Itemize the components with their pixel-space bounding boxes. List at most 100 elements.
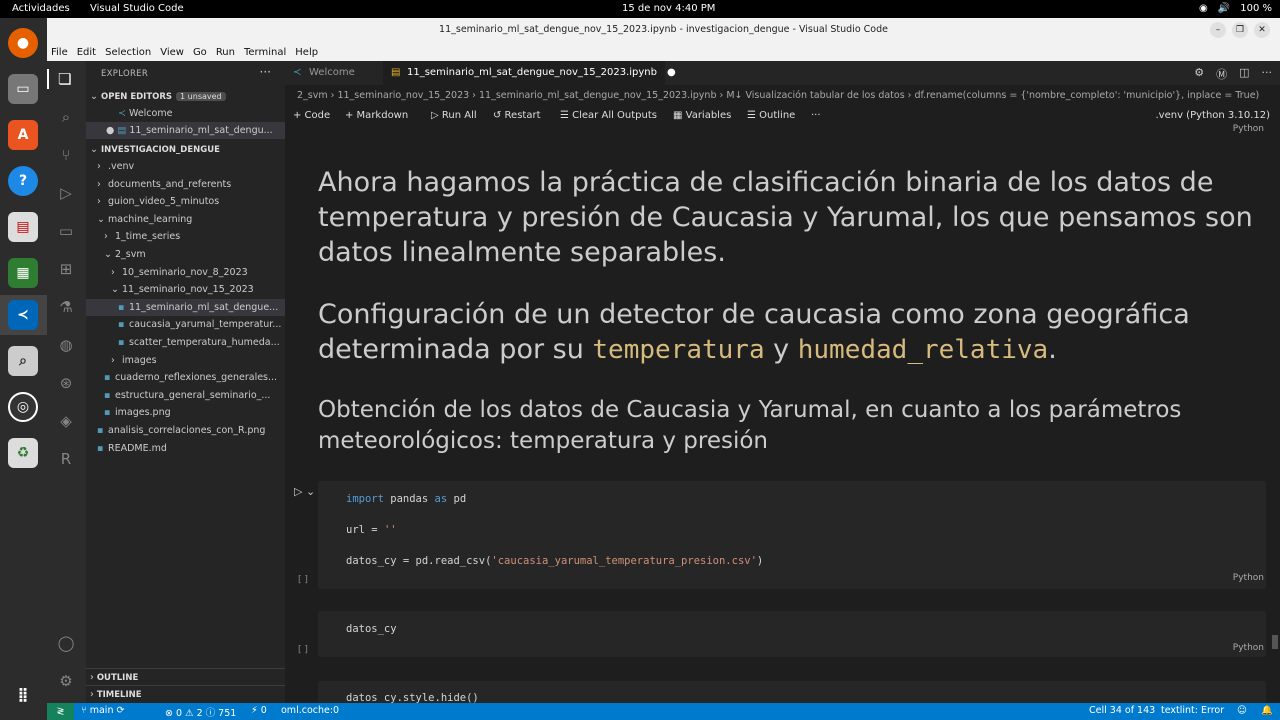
menu-help[interactable]: Help [295,47,318,58]
ports-indicator[interactable]: ⚡ 0 [251,705,267,716]
code-cell[interactable]: datos_cy [318,611,1266,657]
code-cell[interactable]: datos_cy.style.hide() [318,681,1266,704]
menu-selection[interactable]: Selection [105,47,151,58]
menu-edit[interactable]: Edit [77,47,96,58]
close-icon[interactable]: ✕ [1254,22,1270,38]
clear-outputs-button[interactable]: ☰ Clear All Outputs [560,110,657,121]
tree-item[interactable]: ▪ images.png [86,404,285,421]
open-editor-welcome[interactable]: ≺ Welcome [86,105,285,122]
tree-item[interactable]: ▪ cuaderno_reflexiones_generales... [86,369,285,386]
tree-item[interactable]: › .venv [86,158,285,175]
tree-item[interactable]: ▪ analisis_correlaciones_con_R.png [86,422,285,439]
files-icon[interactable]: ▭ [8,74,38,104]
tree-item[interactable]: ▪ README.md [86,440,285,457]
markdown-preview-icon[interactable]: Ⓜ [1216,66,1227,82]
clock[interactable]: 15 de nov 4:40 PM [622,3,715,14]
remote-explorer-icon[interactable]: ▭ [56,221,76,241]
add-code-button[interactable]: + Code [293,110,330,121]
spreadsheet-icon[interactable]: ▦ [8,258,38,288]
tree-item[interactable]: › guion_video_5_minutos [86,193,285,210]
tree-item[interactable]: ⌄ machine_learning [86,211,285,228]
r-icon[interactable]: R [56,449,76,469]
more-actions-icon[interactable]: ··· [260,65,271,79]
menu-run[interactable]: Run [216,47,235,58]
software-icon[interactable]: A [8,120,38,150]
cell-language-label[interactable]: Python [1233,643,1264,653]
tree-item[interactable]: ▪ scatter_temperatura_humeda... [86,334,285,351]
testing-icon[interactable]: ⚗ [56,297,76,317]
tree-item[interactable]: › 10_seminario_nov_8_2023 [86,264,285,281]
settings-gear-icon[interactable]: ⚙ [56,671,76,691]
menu-go[interactable]: Go [193,47,207,58]
tree-item[interactable]: ▪ caucasia_yarumal_temperatur... [86,316,285,333]
run-all-button[interactable]: ▷ Run All [431,110,477,121]
tree-item[interactable]: › 1_time_series [86,228,285,245]
more-toolbar-icon[interactable]: ··· [811,110,821,121]
outline-section[interactable]: › OUTLINE [86,668,285,685]
activities-button[interactable]: Actividades [12,3,70,14]
gear-icon[interactable]: ⚙ [1194,66,1204,82]
cell-language-label[interactable]: Python [1233,573,1264,583]
feedback-icon[interactable]: ☺ [1237,705,1247,716]
explorer-icon[interactable]: ❏ [47,69,86,89]
vertical-scrollbar[interactable] [1272,635,1278,649]
outline-button[interactable]: ☰ Outline [747,110,795,121]
run-debug-icon[interactable]: ▷ [56,183,76,203]
tab-welcome[interactable]: ≺ Welcome [285,61,383,85]
cell-language-label[interactable]: Python [1233,124,1264,134]
search-icon[interactable]: ⌕ [56,107,76,127]
language-indicator[interactable]: oml.coche:0 [281,705,339,716]
app-grid-icon[interactable]: ⣿ [8,680,38,710]
tree-item[interactable]: ▪ estructura_general_seminario_... [86,387,285,404]
tab-notebook[interactable]: ▤ 11_seminario_ml_sat_dengue_nov_15_2023.… [383,61,676,85]
restart-button[interactable]: ↺ Restart [493,110,541,121]
tree-item[interactable]: › documents_and_referents [86,176,285,193]
menu-terminal[interactable]: Terminal [244,47,286,58]
tree-item[interactable]: › images [86,352,285,369]
document-viewer-icon[interactable]: ▤ [8,212,38,242]
open-editor-notebook[interactable]: ● ▤ 11_seminario_ml_sat_dengu... [86,122,285,139]
problems-indicator[interactable]: ⊗ 0 ⚠ 2 ⓘ 751 [165,705,236,719]
tree-item[interactable]: ⌄ 2_svm [86,246,285,263]
github-icon[interactable]: ◍ [56,335,76,355]
markdown-heading-data[interactable]: Obtención de los datos de Caucasia y Yar… [318,395,1268,457]
menu-file[interactable]: File [51,47,68,58]
system-tray[interactable]: ◉ 🔊 100 % [1199,3,1272,14]
breadcrumb[interactable]: 2_svm › 11_seminario_nov_15_2023 › 11_se… [297,90,1277,101]
workspace-section[interactable]: ⌄ INVESTIGACION_DENGUE [86,141,285,158]
git-graph-icon[interactable]: ⊛ [56,373,76,393]
markdown-heading-detector[interactable]: Configuración de un detector de caucasia… [318,297,1268,368]
minimize-icon[interactable]: – [1210,22,1226,38]
menu-view[interactable]: View [160,47,184,58]
timeline-section[interactable]: › TIMELINE [86,685,285,702]
account-icon[interactable]: ◯ [56,633,76,653]
search-app-icon[interactable]: ⌕ [8,346,38,376]
more-actions-icon[interactable]: ··· [1262,66,1273,82]
firefox-icon[interactable]: ● [8,28,38,58]
notifications-icon[interactable]: 🔔 [1261,705,1273,716]
app-menu[interactable]: Visual Studio Code [90,3,184,14]
lint-status[interactable]: textlint: Error [1161,705,1224,716]
trash-icon[interactable]: ♻ [8,438,38,468]
source-control-icon[interactable]: ⑂ [56,145,76,165]
run-cell-icon[interactable]: ▷ ⌄ [294,485,315,498]
docker-icon[interactable]: ◈ [56,411,76,431]
split-editor-icon[interactable]: ◫ [1239,66,1249,82]
cell-position[interactable]: Cell 34 of 143 [1089,705,1155,716]
branch-indicator[interactable]: ⑂ main ⟳ [81,705,124,716]
remote-icon[interactable]: ≷ [47,703,74,720]
markdown-paragraph[interactable]: Ahora hagamos la práctica de clasificaci… [318,165,1268,270]
tree-item[interactable]: ⌄ 11_seminario_nov_15_2023 [86,281,285,298]
maximize-icon[interactable]: ❐ [1232,22,1248,38]
kernel-picker[interactable]: .venv (Python 3.10.12) [1156,110,1271,121]
help-icon[interactable]: ? [8,166,38,196]
open-editors-section[interactable]: ⌄ OPEN EDITORS 1 unsaved [86,88,285,105]
variables-button[interactable]: ▦ Variables [673,110,731,121]
tree-item[interactable]: ▪ 11_seminario_ml_sat_dengue... [86,298,285,316]
extensions-icon[interactable]: ⊞ [56,259,76,279]
vscode-icon[interactable]: ≺ [8,300,38,330]
unsaved-dot-icon[interactable]: ● [667,67,676,78]
add-markdown-button[interactable]: + Markdown [345,110,408,121]
obs-icon[interactable]: ◎ [8,392,38,422]
code-cell[interactable]: import pandas as pd url = '' datos_cy = … [318,481,1266,589]
